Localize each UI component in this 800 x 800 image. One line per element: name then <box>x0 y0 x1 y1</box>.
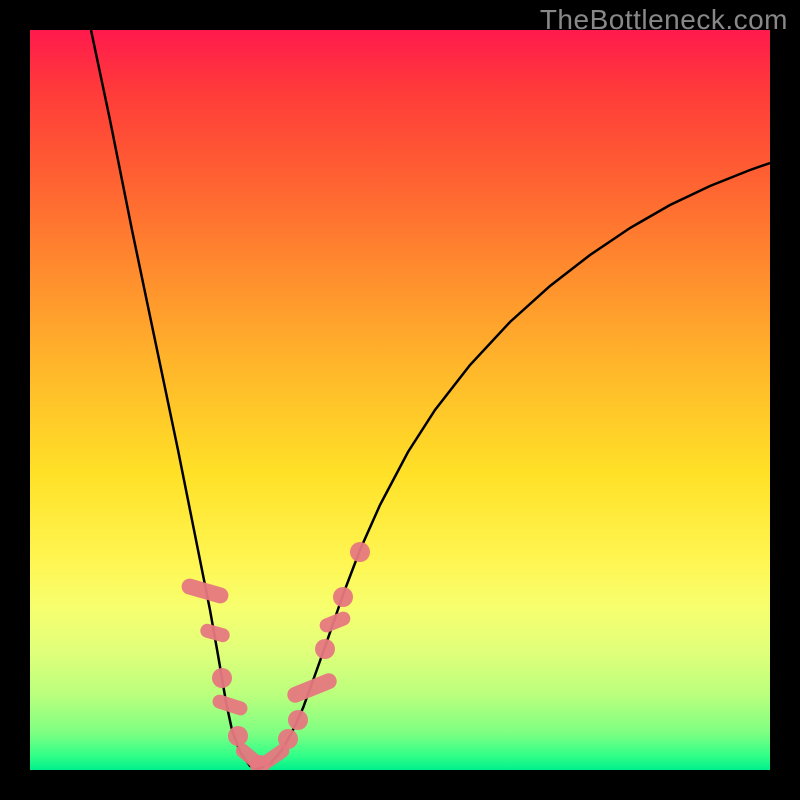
marker-dot <box>350 542 370 562</box>
data-markers <box>180 542 370 770</box>
marker-dot <box>315 639 335 659</box>
bottleneck-curve <box>30 30 770 770</box>
marker-pill <box>211 693 250 717</box>
marker-pill <box>318 610 353 635</box>
watermark-text: TheBottleneck.com <box>540 4 788 36</box>
marker-dot <box>288 710 308 730</box>
marker-dot <box>212 668 232 688</box>
marker-dot <box>278 729 298 749</box>
marker-pill <box>285 671 339 705</box>
marker-dot <box>333 587 353 607</box>
curve-line <box>91 30 770 769</box>
marker-dot <box>228 726 248 746</box>
chart-frame: TheBottleneck.com <box>0 0 800 800</box>
plot-area <box>30 30 770 770</box>
